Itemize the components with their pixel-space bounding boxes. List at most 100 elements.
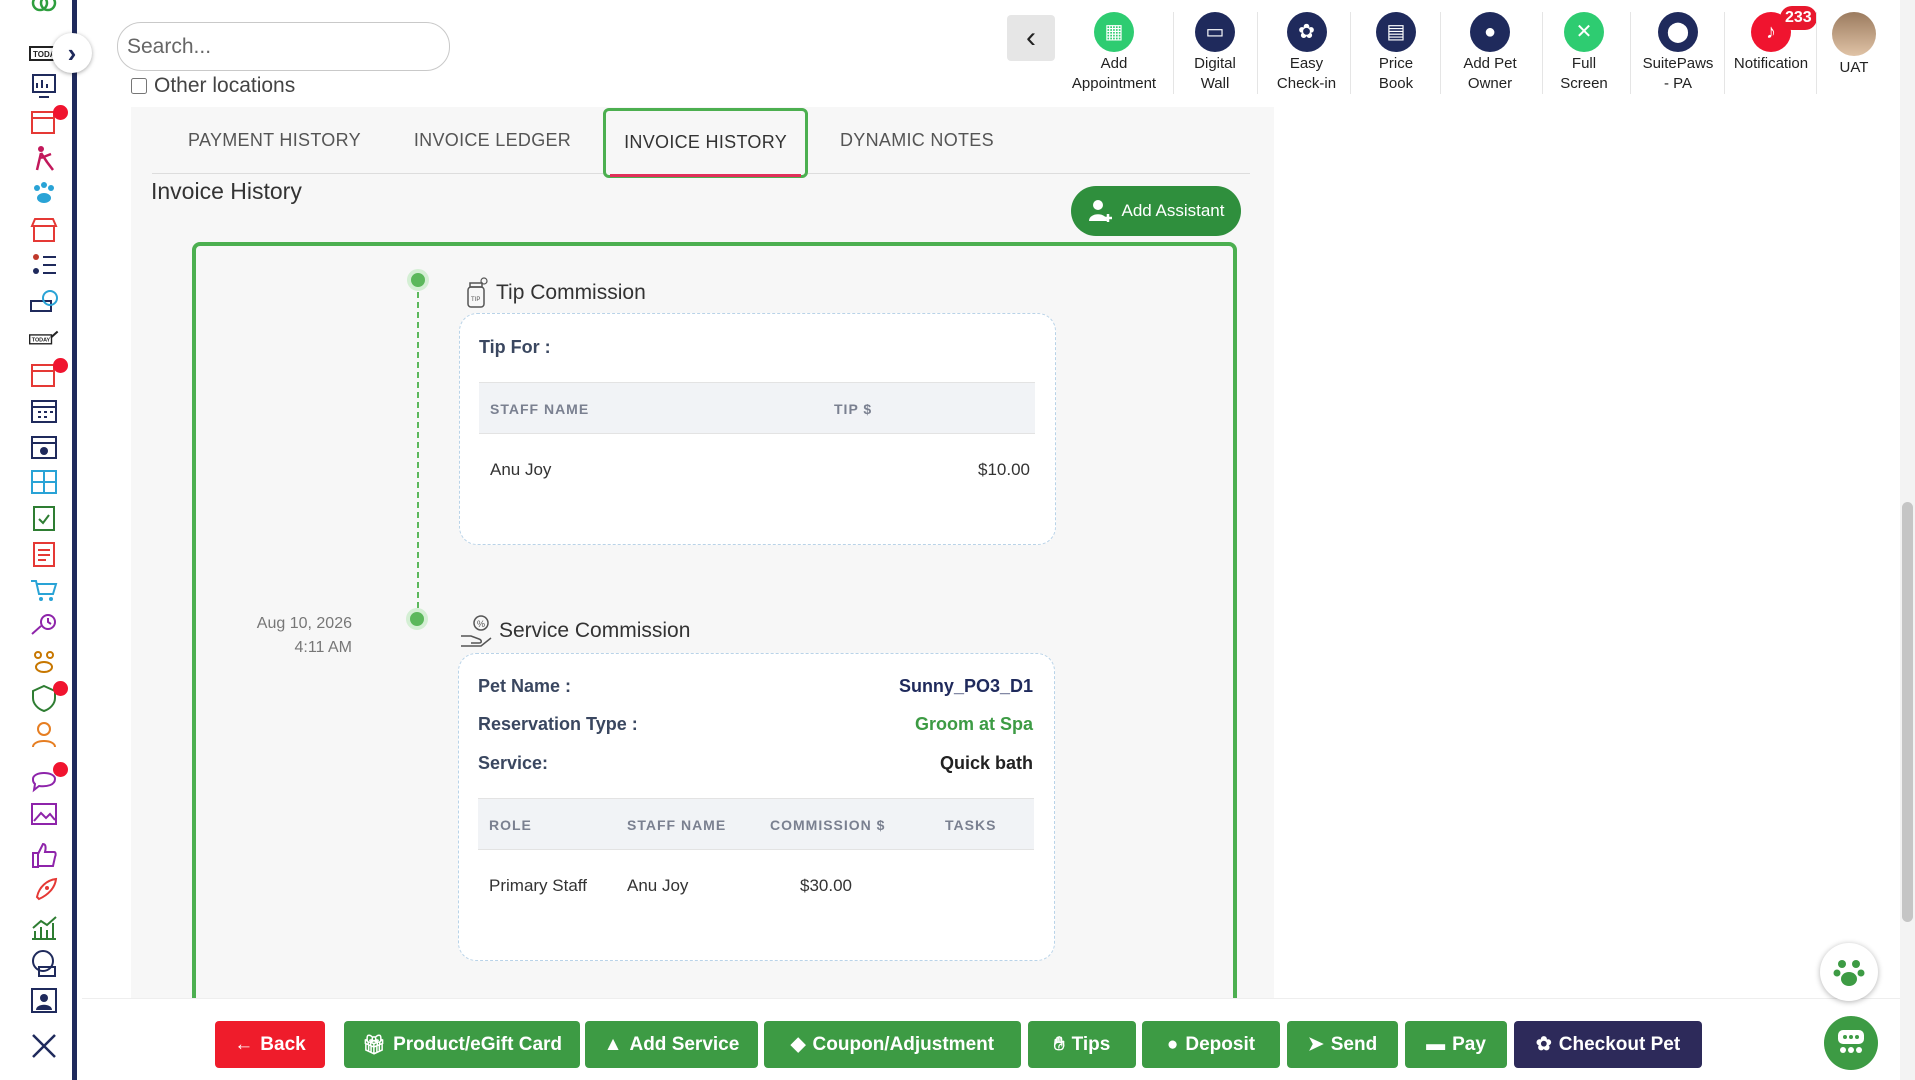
analytics-icon[interactable]: [26, 912, 62, 942]
notification-button[interactable]: ♪ 233 Notification: [1730, 6, 1817, 74]
dashboard-icon[interactable]: [26, 71, 62, 101]
hand-coin-icon: ✋︎: [1053, 1033, 1065, 1055]
back-label: Back: [260, 1033, 306, 1055]
calendar-icon[interactable]: [26, 396, 62, 426]
toolbar-label: Full: [1571, 55, 1597, 72]
store-icon[interactable]: [26, 215, 62, 245]
chevron-left-icon: ‹: [1026, 21, 1036, 54]
coupon-adjustment-button[interactable]: ◆ Coupon/Adjustment: [764, 1021, 1021, 1068]
column-header: ROLE: [489, 817, 532, 833]
service-commission-title: % Service Commission: [459, 614, 690, 648]
pet-name-label: Pet Name :: [478, 676, 572, 696]
location-icon: ⬤: [1658, 12, 1698, 52]
team-icon[interactable]: [26, 985, 62, 1015]
rocket-icon[interactable]: [26, 876, 62, 906]
price-book-button[interactable]: ▤ Price Book: [1360, 12, 1432, 94]
gallery-icon[interactable]: [26, 799, 62, 829]
location-selector-button[interactable]: ⬤ SuitePaws - PA: [1638, 12, 1718, 94]
tips-button[interactable]: ✋︎ Tips: [1028, 1021, 1136, 1068]
paws-icon[interactable]: [26, 178, 62, 208]
paw-icon: [1833, 960, 1865, 986]
tab-invoice-history[interactable]: INVOICE HISTORY: [603, 107, 808, 178]
timeline-dot: [406, 608, 428, 630]
staff-cell: Anu Joy: [627, 876, 689, 895]
chat-alert-icon[interactable]: [26, 762, 68, 794]
entry-time: 4:11 AM: [294, 639, 352, 656]
chevron-right-icon: ›: [67, 37, 77, 68]
tab-dynamic-notes[interactable]: DYNAMIC NOTES: [840, 130, 994, 151]
calendar-alert-icon[interactable]: [26, 105, 68, 137]
thumbs-up-icon[interactable]: [26, 840, 62, 870]
tip-jar-icon: TIP: [467, 277, 488, 308]
service-value: Quick bath: [939, 753, 1033, 773]
pet-history-icon[interactable]: [26, 611, 62, 641]
back-button[interactable]: ← Back: [215, 1021, 325, 1068]
piggy-bank-icon: ●: [1166, 1033, 1179, 1055]
other-locations-checkbox[interactable]: Other locations: [131, 74, 295, 98]
groomer-icon[interactable]: [26, 143, 62, 173]
pay-label: Pay: [1452, 1033, 1486, 1055]
column-header: TASKS: [945, 817, 997, 833]
report-icon[interactable]: [26, 539, 62, 569]
schedule-alert-icon[interactable]: [26, 358, 68, 390]
digital-wall-button[interactable]: ▭ Digital Wall: [1184, 12, 1246, 94]
cart-icon[interactable]: [26, 575, 62, 605]
fullscreen-icon: ✕: [1564, 12, 1604, 52]
full-screen-button[interactable]: ✕ Full Screen: [1552, 12, 1616, 94]
checklist-icon[interactable]: [26, 503, 62, 533]
pay-button[interactable]: ▬ Pay: [1405, 1021, 1507, 1068]
tools-icon[interactable]: [26, 1030, 62, 1060]
notification-badge: 233: [1780, 6, 1817, 30]
paw-group-icon[interactable]: [26, 647, 62, 677]
add-pet-owner-button[interactable]: ● Add Pet Owner: [1452, 12, 1528, 94]
send-label: Send: [1330, 1033, 1378, 1055]
support-icon[interactable]: [26, 948, 62, 978]
column-header: STAFF NAME: [490, 401, 590, 417]
toolbar-label: Notification: [1733, 55, 1809, 72]
tip-amount-cell: $10.00: [978, 460, 1030, 479]
logo-icon[interactable]: [26, 0, 62, 22]
toolbar-label: Appointment: [1071, 75, 1157, 92]
chat-support-button[interactable]: [1824, 1016, 1878, 1070]
collapse-toolbar-button[interactable]: ‹: [1007, 15, 1055, 61]
pet-van-icon[interactable]: [26, 288, 62, 318]
user-menu-button[interactable]: UAT: [1826, 12, 1882, 78]
user-icon[interactable]: [26, 719, 62, 749]
staff-list-icon[interactable]: [26, 250, 62, 280]
tab-payment-history[interactable]: PAYMENT HISTORY: [188, 130, 361, 151]
credit-card-icon: ▬: [1426, 1033, 1446, 1055]
scrollbar-thumb[interactable]: [1902, 502, 1913, 922]
pets-widget-button[interactable]: [1820, 943, 1878, 1001]
commission-hand-icon: %: [461, 615, 492, 647]
add-assistant-button[interactable]: Add Assistant: [1071, 186, 1241, 236]
search-input[interactable]: [117, 22, 450, 71]
toolbar-label: Book: [1378, 75, 1414, 92]
layout-icon[interactable]: [26, 467, 62, 497]
tip-title-text: Tip Commission: [496, 281, 646, 304]
easy-check-in-button[interactable]: ✿ Easy Check-in: [1268, 12, 1345, 94]
checkout-pet-button[interactable]: ✿ Checkout Pet: [1514, 1021, 1702, 1068]
sidebar-toggle-button[interactable]: ›: [52, 33, 92, 73]
add-service-button[interactable]: ▲ Add Service: [585, 1021, 758, 1068]
send-button[interactable]: ➤ Send: [1287, 1021, 1398, 1068]
tip-staff-cell: Anu Joy: [490, 460, 552, 479]
product-egift-card-button[interactable]: 🎁︎ Product/eGift Card: [344, 1021, 580, 1068]
tab-invoice-ledger[interactable]: INVOICE LEDGER: [414, 130, 571, 151]
today-edit-icon[interactable]: TODAY: [22, 324, 66, 354]
other-locations-check[interactable]: [131, 78, 147, 94]
tip-commission-title: TIP Tip Commission: [464, 277, 646, 309]
svg-text:%: %: [477, 619, 485, 629]
commission-cell: $30.00: [800, 876, 852, 895]
page-scrollbar[interactable]: [1900, 0, 1915, 1080]
calendar-pet-icon[interactable]: [26, 432, 62, 462]
deposit-button[interactable]: ● Deposit: [1142, 1021, 1280, 1068]
toolbar-label: Check-in: [1276, 75, 1337, 92]
toolbar-label: Add Pet: [1463, 55, 1517, 72]
toolbar-label: Price: [1378, 55, 1414, 72]
timeline-line: [417, 282, 419, 618]
toolbar-label: Owner: [1467, 75, 1513, 92]
badge-alert-icon[interactable]: [26, 681, 68, 713]
add-appointment-button[interactable]: ▦ Add Appointment: [1066, 12, 1162, 94]
paw-icon: ✿: [1535, 1034, 1552, 1055]
tag-icon: ◆: [790, 1034, 806, 1055]
